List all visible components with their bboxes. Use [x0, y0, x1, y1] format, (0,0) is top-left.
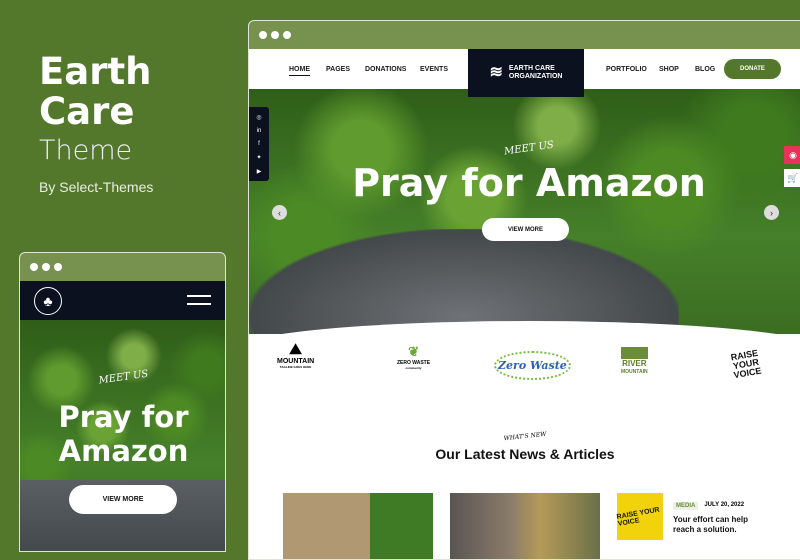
nav-pages[interactable]: PAGES [326, 66, 350, 73]
view-more-button[interactable]: VIEW MORE [69, 485, 177, 514]
river-water [249, 229, 679, 334]
hero-slider: ◎ in f ✦ ▶ MEET US Pray for Amazon VIEW … [249, 89, 800, 334]
earth-wave-icon: ≋ [489, 64, 503, 81]
tree-logo-icon[interactable]: ♣ [34, 287, 62, 315]
mountain-icon: ⛰ [289, 341, 302, 358]
hero-kicker: MEET US [97, 368, 150, 387]
desktop-preview-window: HOME PAGES DONATIONS EVENTS ≋ EARTH CARE… [248, 20, 800, 560]
main-nav: HOME PAGES DONATIONS EVENTS ≋ EARTH CARE… [249, 49, 800, 97]
logo-line-2: ORGANIZATION [508, 73, 563, 80]
mobile-nav: ♣ [20, 281, 225, 320]
instagram-icon[interactable]: ◎ [256, 114, 261, 121]
hero-title: Pray for Amazon [58, 400, 189, 468]
partner-mountain: ⛰ MOUNTAIN TAGLINE GOES HERE [277, 341, 315, 369]
subtitle: Theme [39, 135, 133, 166]
logo-line-1: EARTH CARE [508, 65, 555, 72]
mobile-preview-window: ♣ MEET US Pray for Amazon VIEW MORE [19, 252, 226, 552]
next-slide-button[interactable]: › [764, 205, 779, 220]
window-bar [249, 21, 800, 49]
linkedin-icon[interactable]: in [257, 128, 262, 134]
nav-shop[interactable]: SHOP [659, 66, 679, 73]
nav-portfolio[interactable]: PORTFOLIO [606, 66, 647, 73]
title-line-2: Care [39, 90, 135, 133]
nav-home[interactable]: HOME [289, 66, 310, 76]
cart-icon[interactable]: 🛒 [784, 169, 800, 187]
facebook-icon[interactable]: f [258, 141, 260, 147]
partner-zero-waste-circle: Zero Waste [494, 351, 571, 380]
view-more-button[interactable]: VIEW MORE [482, 218, 569, 241]
partner-raise-your-voice: RAISE YOUR VOICE [729, 347, 763, 381]
partner-river-mountain: RIVER MOUNTAIN [621, 347, 648, 376]
sprout-icon: ❦ [408, 344, 419, 359]
donate-button[interactable]: DONATE [724, 59, 781, 79]
nav-blog[interactable]: BLOG [695, 66, 715, 73]
prev-slide-button[interactable]: ‹ [272, 205, 287, 220]
promo-title: Earth Care Theme By Select-Themes [39, 50, 154, 196]
site-logo[interactable]: ≋ EARTH CARE ORGANIZATION [468, 49, 584, 97]
news-side-thumb[interactable]: RAISE YOUR VOICE [616, 493, 663, 540]
post-title[interactable]: Your effort can help reach a solution. [673, 515, 753, 535]
hero-title: Pray for Amazon [352, 161, 706, 205]
post-date: JULY 20, 2022 [704, 502, 745, 508]
partner-zero-waste: ❦ ZERO WASTE community [397, 344, 431, 370]
author: By Select-Themes [39, 179, 154, 195]
news-header: WHAT'S NEW Our Latest News & Articles [249, 431, 800, 462]
nav-donations[interactable]: DONATIONS [365, 66, 406, 73]
partner-logos: ⛰ MOUNTAIN TAGLINE GOES HERE ❦ ZERO WASTE co… [249, 341, 800, 386]
mobile-hero: MEET US Pray for Amazon VIEW MORE [20, 320, 225, 551]
title-line-1: Earth [39, 50, 152, 93]
hamburger-menu-icon[interactable] [187, 295, 211, 305]
post-meta: MEDIA JULY 20, 2022 [673, 502, 744, 510]
twitter-icon[interactable]: ✦ [256, 154, 261, 161]
help-icon[interactable]: ◉ [784, 146, 800, 164]
category-badge[interactable]: MEDIA [673, 502, 699, 510]
window-bar [20, 253, 225, 281]
nav-events[interactable]: EVENTS [420, 66, 448, 73]
